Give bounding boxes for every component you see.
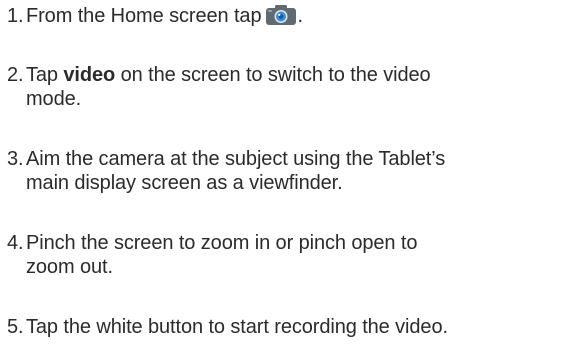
step-number: 3. — [7, 148, 24, 170]
step-text-part: From the Home screen tap — [26, 5, 262, 27]
step-line: Pinch the screen to zoom in or pinch ope… — [26, 232, 418, 254]
step-line: mode. — [26, 88, 82, 110]
step-line: Tap video on the screen to switch to the… — [26, 63, 578, 87]
step-text-part: Tap — [26, 64, 64, 86]
step-line: zoom out. — [26, 256, 113, 278]
camera-icon — [265, 4, 297, 32]
step-text: Tap the white button to start recording … — [26, 315, 578, 339]
step-text-part: . — [297, 5, 303, 27]
step-text: Pinch the screen to zoom in or pinch ope… — [26, 231, 578, 279]
step-text: Aim the camera at the subject using the … — [26, 147, 578, 195]
step-text: Tap video on the screen to switch to the… — [26, 63, 578, 111]
step-number: 4. — [7, 232, 24, 254]
step-number: 1. — [7, 5, 24, 27]
step-number: 2. — [7, 64, 24, 86]
step-line: Aim the camera at the subject using the … — [26, 148, 446, 170]
step-text: From the Home screen tap . — [26, 4, 578, 32]
step-number: 5. — [7, 316, 24, 338]
step-text-part: on the screen to switch to the video — [115, 64, 431, 86]
bold-keyword: video — [63, 64, 116, 86]
step-line: Tap the white button to start recording … — [26, 316, 448, 338]
step-line: main display screen as a viewfinder. — [26, 172, 343, 194]
